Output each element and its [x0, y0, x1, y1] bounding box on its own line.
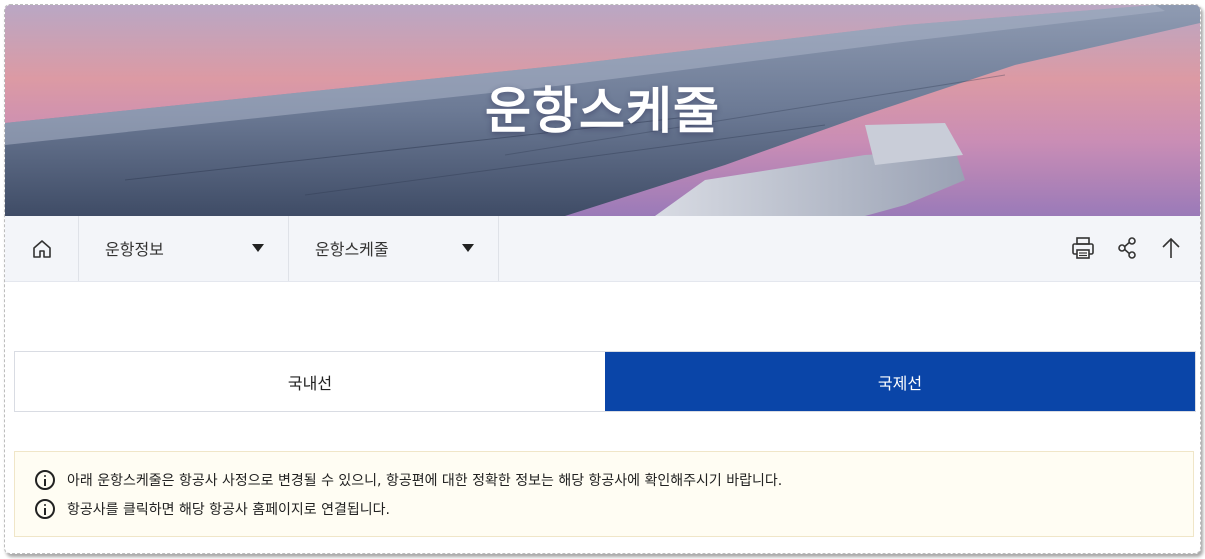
- home-icon: [32, 239, 51, 258]
- dropdown-category-label: 운항정보: [105, 240, 164, 259]
- share-button[interactable]: [1113, 234, 1141, 262]
- page-title: 운항스케줄: [485, 82, 720, 140]
- notice-text: 항공사를 클릭하면 해당 항공사 홈페이지로 연결됩니다.: [67, 502, 390, 518]
- home-button[interactable]: [5, 216, 79, 281]
- breadcrumb-bar: 운항정보 운항스케줄: [5, 216, 1200, 282]
- arrow-up-icon: [1162, 237, 1180, 258]
- dropdown-category[interactable]: 운항정보: [79, 216, 289, 281]
- print-icon: [1072, 237, 1094, 259]
- notice-text: 아래 운항스케줄은 항공사 사정으로 변경될 수 있으니, 항공편에 대한 정확…: [67, 473, 783, 489]
- notice-box: 아래 운항스케줄은 항공사 사정으로 변경될 수 있으니, 항공편에 대한 정확…: [14, 451, 1194, 537]
- tab-domestic[interactable]: 국내선: [15, 352, 605, 411]
- print-button[interactable]: [1069, 234, 1097, 262]
- page-frame: 운항스케줄 운항정보 운항스케줄 국내선 국제선 아래 운항스케줄은 항공사 사…: [4, 4, 1201, 554]
- hero-banner: 운항스케줄: [5, 5, 1200, 216]
- dropdown-subpage-label: 운항스케줄: [315, 240, 389, 259]
- chevron-down-icon: [462, 244, 474, 252]
- dropdown-subpage[interactable]: 운항스케줄: [289, 216, 499, 281]
- info-icon: [35, 470, 55, 490]
- tab-international[interactable]: 국제선: [605, 352, 1195, 411]
- chevron-down-icon: [252, 244, 264, 252]
- notice-line: 항공사를 클릭하면 해당 항공사 홈페이지로 연결됩니다.: [35, 499, 390, 519]
- notice-line: 아래 운항스케줄은 항공사 사정으로 변경될 수 있으니, 항공편에 대한 정확…: [35, 470, 782, 490]
- share-icon: [1118, 237, 1136, 259]
- scroll-top-button[interactable]: [1157, 234, 1185, 262]
- route-type-tabs: 국내선 국제선: [14, 351, 1196, 412]
- info-icon: [35, 499, 55, 519]
